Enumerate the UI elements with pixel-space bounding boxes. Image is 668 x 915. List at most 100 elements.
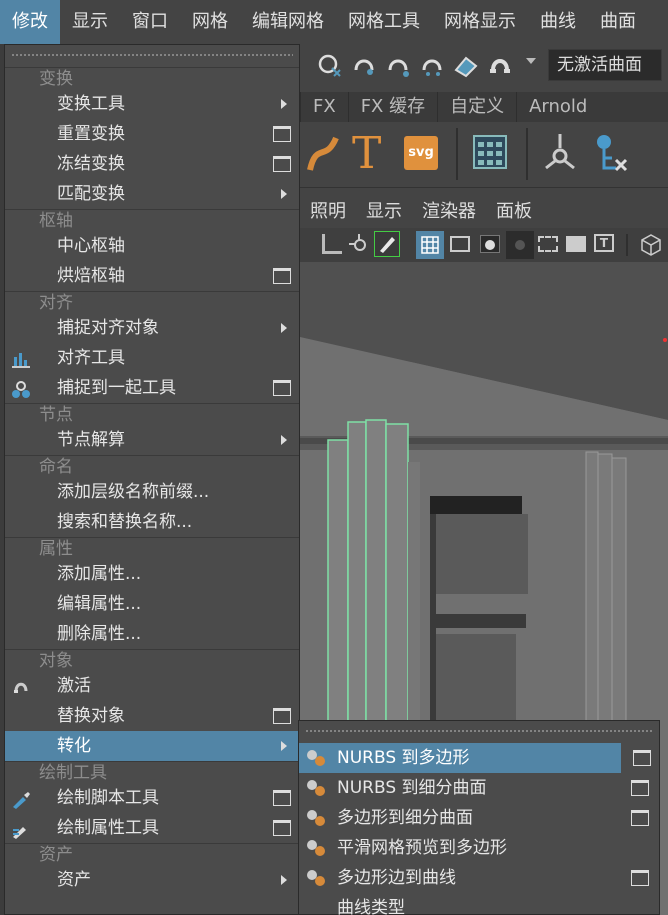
- xray-icon[interactable]: [538, 236, 558, 252]
- menu-item-label: 节点解算: [57, 430, 125, 450]
- chevron-down-icon[interactable]: [526, 58, 536, 64]
- submenu-arrow-icon: [281, 99, 287, 109]
- menu-item[interactable]: 资产: [5, 865, 299, 895]
- option-box-icon[interactable]: [631, 810, 649, 826]
- menu-item[interactable]: 绘制属性工具: [5, 813, 299, 843]
- panel-menu-item[interactable]: 显示: [356, 196, 412, 228]
- submenu-item-label: 多边形到细分曲面: [337, 808, 473, 828]
- snap-grid-icon[interactable]: [316, 52, 344, 80]
- option-box-icon[interactable]: [631, 870, 649, 886]
- menubar-item[interactable]: 曲线: [528, 0, 588, 44]
- option-box-icon[interactable]: [273, 820, 291, 836]
- shelf-tab[interactable]: Arnold: [516, 92, 599, 122]
- menu-item[interactable]: 捕捉对齐对象: [5, 313, 299, 343]
- menu-section-header: 对象: [5, 649, 299, 671]
- menu-item-label: 烘焙枢轴: [57, 266, 125, 286]
- menu-item[interactable]: 替换对象: [5, 701, 299, 731]
- menu-item[interactable]: 激活: [5, 671, 299, 701]
- menu-item[interactable]: 添加属性...: [5, 559, 299, 589]
- menu-item[interactable]: 对齐工具: [5, 343, 299, 373]
- menu-item[interactable]: 烘焙枢轴: [5, 261, 299, 291]
- menu-item-label: 资产: [57, 870, 91, 890]
- menu-section-header: 枢轴: [5, 209, 299, 231]
- move-camera-icon[interactable]: [348, 233, 370, 255]
- submenu-item[interactable]: NURBS 到细分曲面: [299, 773, 659, 803]
- submenu-item[interactable]: 平滑网格预览到多边形: [299, 833, 659, 863]
- option-box-icon[interactable]: [631, 780, 649, 796]
- menubar-item[interactable]: 窗口: [120, 0, 180, 44]
- svg-tool-icon[interactable]: svg: [404, 136, 438, 170]
- menu-item[interactable]: 中心枢轴: [5, 231, 299, 261]
- text-tool-icon[interactable]: T: [352, 124, 381, 184]
- shelf-tab[interactable]: FX: [300, 92, 348, 122]
- light-delete-icon[interactable]: [590, 132, 630, 174]
- cube-icon[interactable]: [640, 233, 662, 257]
- panel-menu-item[interactable]: 面板: [486, 196, 542, 228]
- option-box-icon[interactable]: [273, 126, 291, 142]
- grid-toggle-icon[interactable]: [416, 231, 444, 259]
- menu-item[interactable]: 变换工具: [5, 89, 299, 119]
- menu-item[interactable]: 冻结变换: [5, 149, 299, 179]
- menu-item[interactable]: 编辑属性...: [5, 589, 299, 619]
- grid-window-icon[interactable]: [472, 134, 508, 170]
- menubar-item[interactable]: 编辑网格: [240, 0, 336, 44]
- sweep-tool-icon[interactable]: [306, 132, 340, 176]
- submenu-item[interactable]: 多边形到细分曲面: [299, 803, 659, 833]
- snap-point-icon[interactable]: [384, 52, 412, 80]
- panel-menu-item[interactable]: 照明: [300, 196, 356, 228]
- menu-item-label: 编辑属性...: [57, 594, 142, 614]
- menu-item[interactable]: 节点解算: [5, 425, 299, 455]
- option-box-icon[interactable]: [273, 380, 291, 396]
- menu-item[interactable]: 转化: [5, 731, 299, 761]
- modify-menu: 变换 变换工具 重置变换 冻结变换 匹配变换 枢轴 中心枢轴 烘焙枢轴 对齐 捕捉对齐对象 对齐工具…: [4, 44, 300, 915]
- menu-section-header: 资产: [5, 843, 299, 865]
- option-box-icon[interactable]: [273, 156, 291, 172]
- menubar-item[interactable]: 网格显示: [432, 0, 528, 44]
- menu-item[interactable]: 绘制脚本工具: [5, 783, 299, 813]
- submenu-item[interactable]: 曲线类型: [299, 893, 659, 915]
- shelf-tab[interactable]: FX 缓存: [347, 92, 437, 122]
- submenu-item-label: 平滑网格预览到多边形: [337, 838, 507, 858]
- menu-item[interactable]: 删除属性...: [5, 619, 299, 649]
- snap-magnet-icon[interactable]: [486, 52, 514, 80]
- option-box-icon[interactable]: [633, 750, 651, 766]
- snap-surface-icon[interactable]: [452, 52, 480, 80]
- menubar-item[interactable]: 网格: [180, 0, 240, 44]
- menu-item-label: 变换工具: [57, 94, 125, 114]
- film-gate-icon[interactable]: [450, 236, 470, 252]
- menu-item[interactable]: 捕捉到一起工具: [5, 373, 299, 403]
- submenu-item[interactable]: 多边形边到曲线: [299, 863, 659, 893]
- wireframe-on-shaded-icon[interactable]: [506, 231, 534, 259]
- live-surface-field[interactable]: 无激活曲面: [548, 49, 662, 81]
- submenu-item-label: 曲线类型: [337, 898, 405, 915]
- menubar-item[interactable]: 修改: [0, 0, 60, 44]
- menu-item[interactable]: 添加层级名称前缀...: [5, 477, 299, 507]
- pencil-icon[interactable]: [374, 231, 400, 257]
- tear-off-handle[interactable]: [11, 45, 293, 67]
- tear-off-handle[interactable]: [305, 721, 653, 743]
- menu-item[interactable]: 匹配变换: [5, 179, 299, 209]
- menu-item[interactable]: 重置变换: [5, 119, 299, 149]
- snap-curve-icon[interactable]: [350, 52, 378, 80]
- menubar: 修改 显示 窗口 网格 编辑网格 网格工具 网格显示 曲线 曲面: [0, 0, 668, 44]
- snap-view-icon[interactable]: [418, 52, 446, 80]
- camera-attr-icon[interactable]: [322, 234, 342, 254]
- menu-item-label: 中心枢轴: [57, 236, 125, 256]
- light-icon[interactable]: [540, 132, 580, 174]
- option-box-icon[interactable]: [273, 708, 291, 724]
- menu-item-label: 删除属性...: [57, 624, 142, 644]
- panel-menu-item[interactable]: 渲染器: [412, 196, 486, 228]
- menu-section-header: 对齐: [5, 291, 299, 313]
- submenu-item[interactable]: NURBS 到多边形: [299, 743, 651, 773]
- menubar-item[interactable]: 曲面: [588, 0, 648, 44]
- option-box-icon[interactable]: [273, 268, 291, 284]
- texture-icon[interactable]: [566, 236, 586, 252]
- convert-icon: [305, 778, 327, 798]
- shelf-tab[interactable]: 自定义: [437, 92, 516, 122]
- submenu-arrow-icon: [281, 323, 287, 333]
- shaded-icon[interactable]: [480, 235, 500, 253]
- option-box-icon[interactable]: [273, 790, 291, 806]
- menu-item[interactable]: 搜索和替换名称...: [5, 507, 299, 537]
- menubar-item[interactable]: 显示: [60, 0, 120, 44]
- menubar-item[interactable]: 网格工具: [336, 0, 432, 44]
